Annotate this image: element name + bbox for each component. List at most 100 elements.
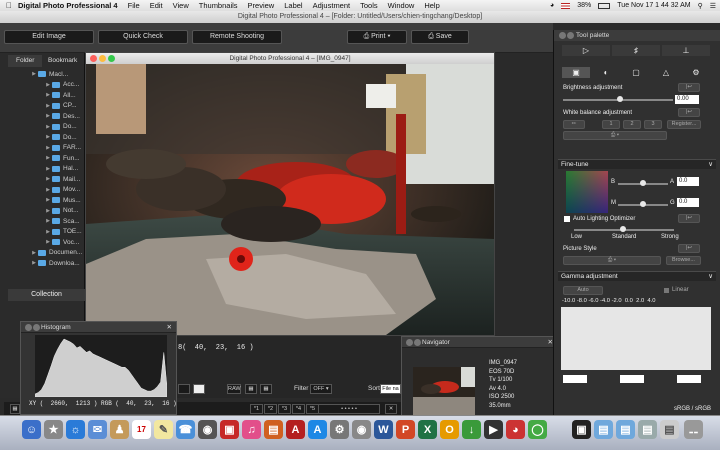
excel-icon[interactable]: X <box>418 420 437 439</box>
itunes-icon[interactable]: ♫ <box>242 420 261 439</box>
histogram-close-x-icon[interactable]: ✕ <box>167 322 172 333</box>
navigator-close-icon[interactable] <box>406 339 413 346</box>
apple-icon[interactable]:  <box>6 1 12 10</box>
tree-item[interactable]: ▶ FAR... <box>0 143 85 154</box>
messages-icon[interactable]: ☎ <box>176 420 195 439</box>
dictionary-icon[interactable]: A <box>286 420 305 439</box>
outlook-icon[interactable]: O <box>440 420 459 439</box>
eyedropper-icon[interactable]: ✏ <box>563 120 585 129</box>
app-menu[interactable]: Digital Photo Professional 4 <box>18 1 118 10</box>
menu-tools[interactable]: Tools <box>360 1 378 10</box>
menu-view[interactable]: View <box>173 1 189 10</box>
tree-item[interactable]: ▶ Documen... <box>0 248 85 259</box>
disclosure-triangle-icon[interactable]: ▶ <box>44 134 52 140</box>
tree-item[interactable]: ▶ Fun... <box>0 153 85 164</box>
wb-preset-select[interactable]: ⎙ ▾ <box>563 131 667 140</box>
menu-adjustment[interactable]: Adjustment <box>313 1 351 10</box>
safari-icon[interactable]: ☼ <box>66 420 85 439</box>
browse-button[interactable]: Browse... <box>666 256 701 265</box>
tree-item[interactable]: ▶ CP... <box>0 101 85 112</box>
dpp-icon[interactable]: ▣ <box>572 420 591 439</box>
tree-item[interactable]: ▶ Downloa... <box>0 258 85 269</box>
launchpad-icon[interactable]: ★ <box>44 420 63 439</box>
folder-icon[interactable]: ▤ <box>594 420 613 439</box>
finder-icon[interactable]: ☺ <box>22 420 41 439</box>
tab-curve-icon[interactable]: ▢ <box>622 67 650 78</box>
rating-3[interactable]: *3 <box>278 404 291 414</box>
tree-item[interactable]: ▶ Hal... <box>0 164 85 175</box>
tree-item[interactable]: ▶ Macl... <box>0 69 85 80</box>
menu-edit[interactable]: Edit <box>150 1 163 10</box>
flag-icon[interactable] <box>561 2 571 9</box>
register-button[interactable]: Register... <box>667 120 701 129</box>
zoom-icon[interactable] <box>108 55 115 62</box>
tab-folder[interactable]: Folder <box>8 55 43 67</box>
chart-icon[interactable]: ◕ <box>506 420 525 439</box>
photo-booth-icon[interactable]: ▣ <box>220 420 239 439</box>
disclosure-triangle-icon[interactable]: ▶ <box>44 166 52 172</box>
alo-knob[interactable] <box>620 226 626 232</box>
wb-button-2[interactable]: 2 <box>623 120 641 129</box>
disclosure-triangle-icon[interactable]: ▶ <box>44 239 52 245</box>
disclosure-triangle-icon[interactable]: ▶ <box>30 71 38 77</box>
brightness-value[interactable]: 0.00 <box>675 95 699 104</box>
tool-palette-close-icon[interactable] <box>559 32 566 39</box>
wb-reset-button[interactable]: |↩ <box>678 108 700 117</box>
remote-shooting-button[interactable]: Remote Shooting <box>192 30 282 44</box>
gamma-white-input[interactable] <box>677 375 701 383</box>
disclosure-triangle-icon[interactable]: ▶ <box>44 145 52 151</box>
disclosure-triangle-icon[interactable]: ▶ <box>44 197 52 203</box>
minimize-icon[interactable] <box>99 55 106 62</box>
sort-select[interactable]: File na <box>380 384 401 394</box>
gamma-graph[interactable] <box>561 307 711 370</box>
disclosure-triangle-icon[interactable]: ▶ <box>44 229 52 235</box>
quick-check-button[interactable]: Quick Check <box>98 30 188 44</box>
disclosure-triangle-icon[interactable]: ▶ <box>44 92 52 98</box>
tool-palette-minimize-icon[interactable] <box>567 32 574 39</box>
gamma-mid-input[interactable] <box>620 375 644 383</box>
battery-percent[interactable]: 38% <box>577 2 591 9</box>
check-mark-buttons[interactable]: • • • • • <box>318 404 380 414</box>
fine-tune-section[interactable]: Fine-tune ∨ <box>558 159 716 169</box>
app-store-icon[interactable]: A <box>308 420 327 439</box>
tree-item[interactable]: ▶ Sca... <box>0 216 85 227</box>
print-button[interactable]: ⎙ Print ▾ <box>347 30 407 44</box>
tree-item[interactable]: ▶ Voc... <box>0 237 85 248</box>
wb-button-1[interactable]: 1 <box>602 120 620 129</box>
brightness-slider-knob[interactable] <box>617 96 623 102</box>
tree-item[interactable]: ▶ All... <box>0 90 85 101</box>
mail-icon[interactable]: ✉ <box>88 420 107 439</box>
menu-help[interactable]: Help <box>424 1 439 10</box>
menu-file[interactable]: File <box>128 1 140 10</box>
tree-item[interactable]: ▶ Not... <box>0 206 85 217</box>
tab-adjust-icon[interactable]: ▣ <box>562 67 590 78</box>
contacts-icon[interactable]: ♟ <box>110 420 129 439</box>
navigator-minimize-icon[interactable] <box>414 339 421 346</box>
gamma-auto-button[interactable]: Auto <box>563 286 603 295</box>
tree-item[interactable]: ▶ Mus... <box>0 195 85 206</box>
disclosure-triangle-icon[interactable]: ▶ <box>44 218 52 224</box>
battery-icon[interactable] <box>598 2 611 9</box>
rating-1[interactable]: *1 <box>250 404 263 414</box>
compare-icon[interactable]: ▦ <box>245 384 257 394</box>
word-icon[interactable]: W <box>374 420 393 439</box>
notes-icon[interactable]: ✎ <box>154 420 173 439</box>
disclosure-triangle-icon[interactable]: ▶ <box>44 113 52 119</box>
tree-item[interactable]: ▶ TOE... <box>0 227 85 238</box>
photo-preview[interactable] <box>86 64 494 335</box>
tab-basic-icon[interactable]: ▷ <box>562 45 610 56</box>
list-icon[interactable]: ☰ <box>710 2 716 10</box>
tab-tone-icon[interactable]: ◐ <box>592 67 620 78</box>
alo-reset-button[interactable]: |↩ <box>678 214 700 223</box>
system-preferences-icon[interactable]: ⚙ <box>330 420 349 439</box>
grid-icon[interactable]: ▦ <box>10 404 20 414</box>
tab-crop-icon[interactable]: ♯ <box>612 45 660 56</box>
disclosure-triangle-icon[interactable]: ▶ <box>44 124 52 130</box>
tree-item[interactable]: ▶ Do... <box>0 122 85 133</box>
menu-window[interactable]: Window <box>388 1 415 10</box>
disclosure-triangle-icon[interactable]: ▶ <box>44 187 52 193</box>
disclosure-triangle-icon[interactable]: ▶ <box>44 103 52 109</box>
view-grid-button[interactable] <box>193 384 205 394</box>
thumbnail-icon[interactable]: ▦ <box>260 384 272 394</box>
tab-bookmark[interactable]: Bookmark <box>40 55 85 67</box>
